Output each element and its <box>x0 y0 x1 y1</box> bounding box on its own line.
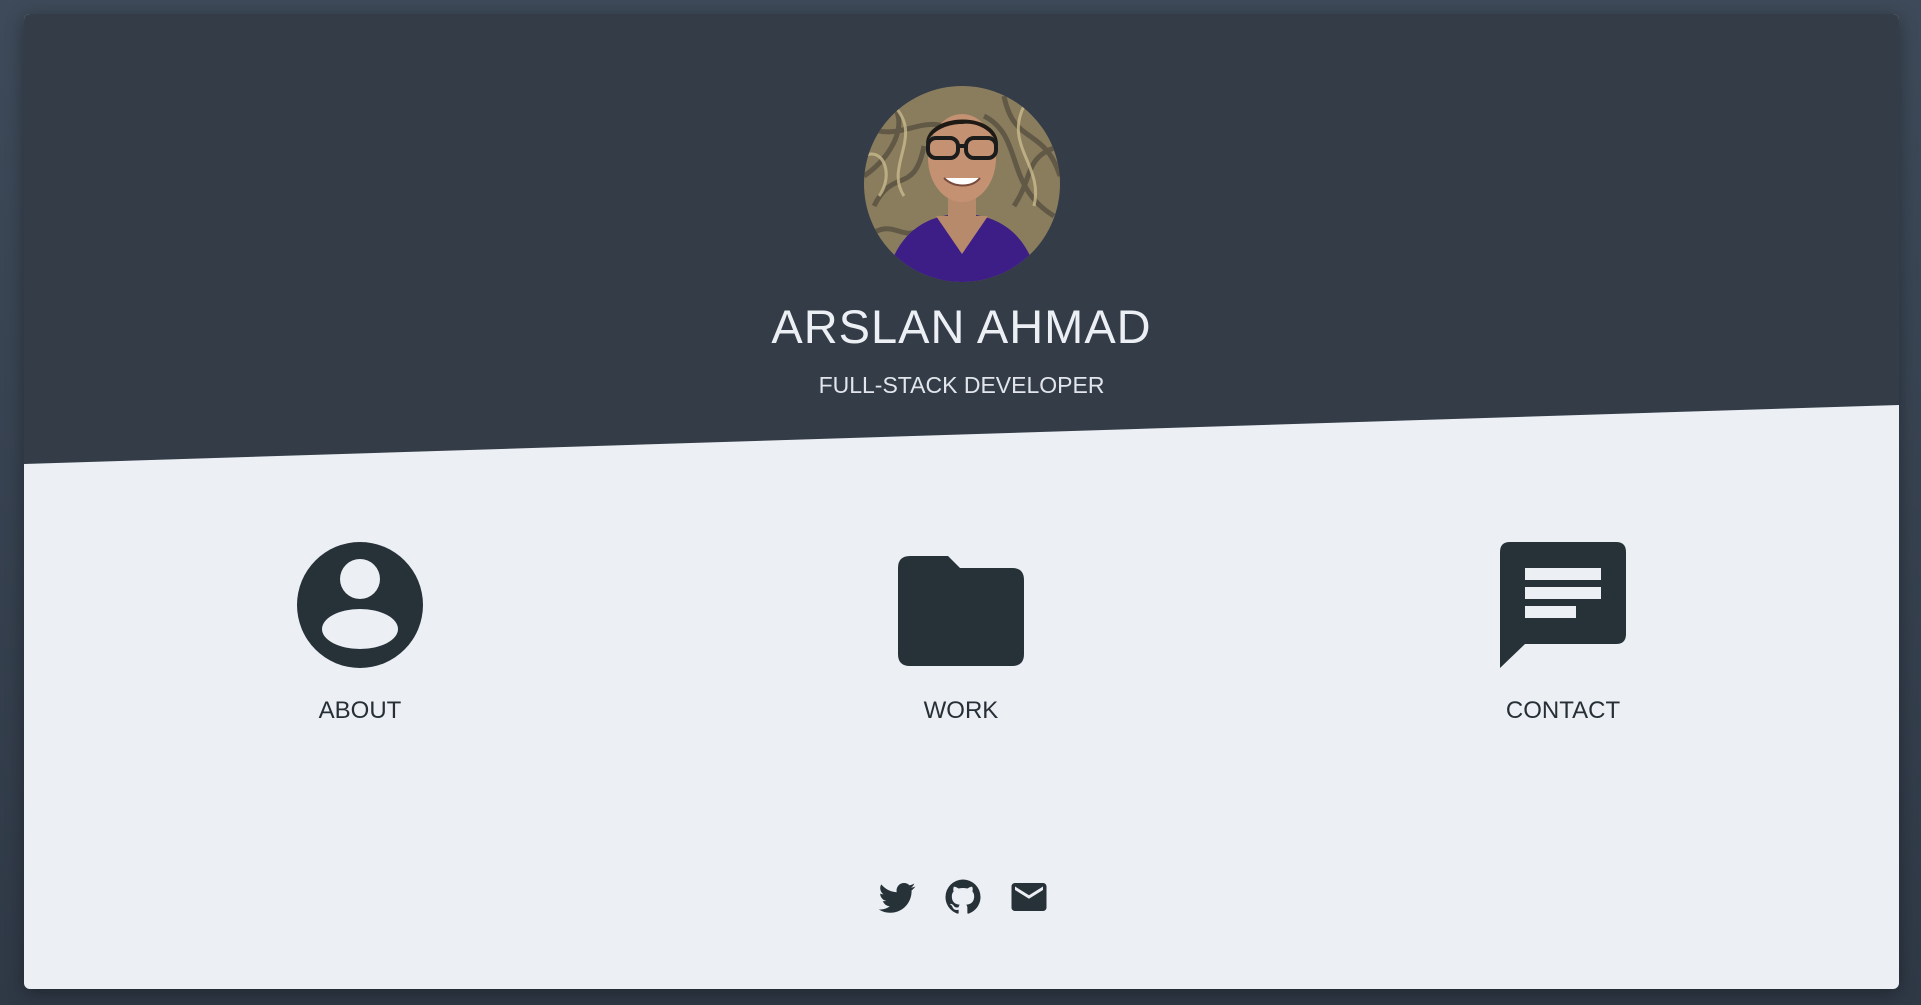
github-link[interactable] <box>942 876 984 918</box>
profile-avatar <box>864 86 1060 282</box>
chat-message-icon <box>1500 542 1626 668</box>
profile-title: FULL-STACK DEVELOPER <box>818 372 1105 398</box>
twitter-icon <box>878 883 916 913</box>
folder-icon <box>898 542 1024 668</box>
nav-about-button[interactable]: ABOUT <box>210 542 510 732</box>
nav-work-label: WORK <box>923 697 999 724</box>
github-icon <box>945 879 981 914</box>
nav-about-label: ABOUT <box>318 697 402 724</box>
nav-contact-button[interactable]: CONTACT <box>1413 542 1713 732</box>
nav-work-button[interactable]: WORK <box>811 542 1111 732</box>
email-link[interactable] <box>1008 876 1050 918</box>
nav-contact-label: CONTACT <box>1505 697 1621 724</box>
profile-name: ARSLAN AHMAD <box>771 300 1152 353</box>
twitter-link[interactable] <box>876 876 918 918</box>
email-icon <box>1011 883 1047 911</box>
page-card: ARSLAN AHMAD FULL-STACK DEVELOPER ABOUT … <box>24 14 1899 989</box>
account-circle-icon <box>297 542 423 668</box>
